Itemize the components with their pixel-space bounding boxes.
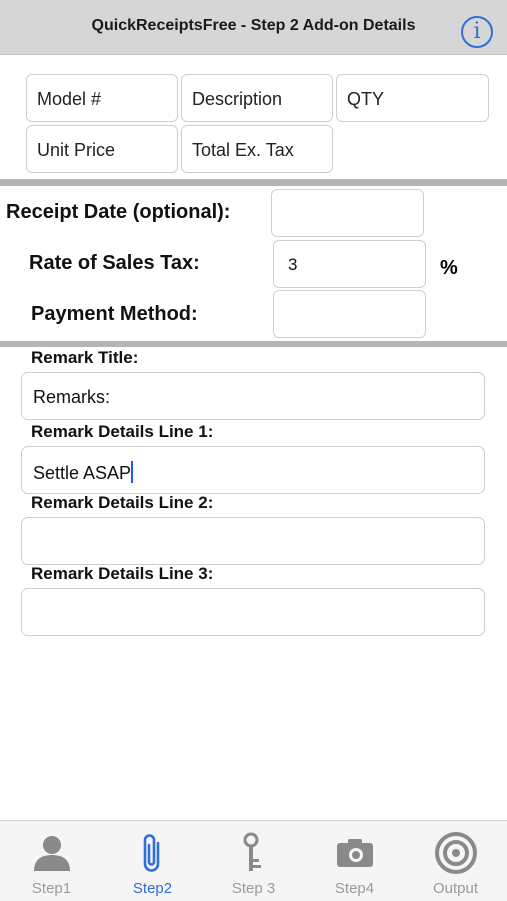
sales-tax-label: Rate of Sales Tax: bbox=[29, 252, 200, 274]
percent-sign: % bbox=[440, 257, 458, 279]
tab-step2[interactable]: Step2 bbox=[102, 821, 203, 901]
tab-output[interactable]: Output bbox=[405, 821, 506, 901]
remark-line3-label: Remark Details Line 3: bbox=[31, 564, 214, 583]
column-total-ex-tax[interactable]: Total Ex. Tax bbox=[181, 125, 333, 173]
section-divider bbox=[0, 179, 507, 186]
remark-line2-label: Remark Details Line 2: bbox=[31, 493, 214, 512]
person-icon bbox=[33, 836, 70, 871]
section-divider bbox=[0, 341, 507, 347]
column-model[interactable]: Model # bbox=[26, 74, 178, 122]
tab-step4-label: Step4 bbox=[334, 880, 375, 897]
text-cursor bbox=[131, 461, 134, 483]
tab-step3[interactable]: Step 3 bbox=[203, 821, 304, 901]
tab-step3-label: Step 3 bbox=[231, 880, 276, 897]
remark-line1-field[interactable]: Settle ASAP bbox=[21, 446, 485, 494]
remark-line1-label: Remark Details Line 1: bbox=[31, 422, 214, 441]
sales-tax-field[interactable]: 3 bbox=[273, 240, 426, 288]
title-bar: QuickReceiptsFree - Step 2 Add-on Detail… bbox=[0, 0, 507, 55]
payment-method-label: Payment Method: bbox=[31, 303, 198, 325]
remark-line3-field[interactable] bbox=[21, 588, 485, 636]
tab-step1-label: Step1 bbox=[31, 880, 72, 897]
paperclip-icon bbox=[143, 834, 159, 872]
column-qty[interactable]: QTY bbox=[336, 74, 489, 122]
column-unit-price[interactable]: Unit Price bbox=[26, 125, 178, 173]
key-icon bbox=[243, 832, 261, 871]
receipt-date-label: Receipt Date (optional): bbox=[6, 201, 231, 223]
column-description[interactable]: Description bbox=[181, 74, 333, 122]
tab-output-label: Output bbox=[432, 880, 479, 897]
remark-title-value: Remarks: bbox=[33, 387, 111, 407]
tab-bar: Step1 Step2 Step 3 Step4 Output bbox=[0, 820, 507, 901]
receipt-date-field[interactable] bbox=[271, 189, 424, 237]
remark-title-label: Remark Title: bbox=[31, 348, 139, 367]
tab-step2-label: Step2 bbox=[132, 880, 173, 897]
target-icon bbox=[434, 832, 477, 874]
tab-step1[interactable]: Step1 bbox=[1, 821, 102, 901]
page-title: QuickReceiptsFree - Step 2 Add-on Detail… bbox=[91, 17, 416, 34]
remark-line1-value: Settle ASAP bbox=[33, 463, 132, 483]
info-icon[interactable]: i bbox=[461, 16, 493, 48]
remark-line2-field[interactable] bbox=[21, 517, 485, 565]
tab-step4[interactable]: Step4 bbox=[304, 821, 405, 901]
sales-tax-value: 3 bbox=[288, 255, 298, 274]
remark-title-field[interactable]: Remarks: bbox=[21, 372, 485, 420]
payment-method-field[interactable] bbox=[273, 290, 426, 338]
camera-icon bbox=[336, 839, 373, 867]
